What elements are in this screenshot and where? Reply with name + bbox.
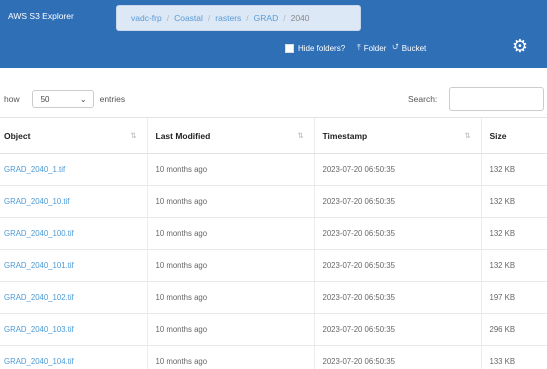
bucket-icon: ⮍	[392, 42, 399, 51]
size-cell: 132 KB	[480, 185, 547, 218]
size-cell: 133 KB	[480, 345, 547, 369]
object-cell: GRAD_2040_1.tif	[0, 153, 147, 186]
breadcrumb-item-coastal[interactable]: Coastal	[174, 13, 203, 23]
table-row: GRAD_2040_103.tif 10 months ago 2023-07-…	[0, 313, 547, 346]
modified-cell: 10 months ago	[146, 281, 314, 314]
objects-table: Object ⇅ Last Modified ⇅ Timestamp ⇅ Siz…	[0, 117, 547, 369]
column-header-label: Last Modified	[155, 130, 211, 141]
modified-cell: 10 months ago	[146, 249, 314, 282]
size-cell: 296 KB	[480, 313, 547, 346]
breadcrumb: vadc-frp / Coastal / rasters / GRAD / 20…	[116, 5, 361, 31]
table-search: Search:	[408, 87, 545, 111]
breadcrumb-item-rasters[interactable]: rasters	[215, 13, 241, 23]
gear-icon[interactable]: ⚙	[510, 36, 530, 56]
object-link[interactable]: GRAD_2040_10.tif	[4, 197, 69, 206]
add-folder-button[interactable]: ⤒ Folder	[357, 43, 386, 53]
size-cell: 132 KB	[480, 249, 547, 282]
object-link[interactable]: GRAD_2040_104.tif	[4, 357, 74, 366]
object-cell: GRAD_2040_101.tif	[0, 249, 147, 282]
sort-icon: ⇅	[297, 131, 304, 140]
bucket-label: Bucket	[401, 43, 427, 53]
toolbar-controls: Hide folders? ⤒ Folder ⮍ Bucket	[285, 40, 432, 56]
column-header-label: Size	[489, 130, 507, 141]
entries-length-control: how 50 ⌄ entries	[4, 90, 125, 108]
object-cell: GRAD_2040_10.tif	[0, 185, 147, 218]
timestamp-cell: 2023-07-20 06:50:35	[313, 313, 481, 346]
column-header-last-modified[interactable]: Last Modified ⇅	[146, 117, 314, 154]
column-header-label: Timestamp	[322, 130, 368, 141]
timestamp-cell: 2023-07-20 06:50:35	[313, 185, 481, 218]
entries-select-value: 50	[40, 94, 50, 104]
modified-cell: 10 months ago	[146, 185, 314, 218]
table-row: GRAD_2040_10.tif 10 months ago 2023-07-2…	[0, 185, 547, 218]
breadcrumb-separator: /	[246, 13, 249, 23]
table-row: GRAD_2040_102.tif 10 months ago 2023-07-…	[0, 281, 547, 314]
object-cell: GRAD_2040_103.tif	[0, 313, 147, 346]
table-row: GRAD_2040_1.tif 10 months ago 2023-07-20…	[0, 153, 547, 186]
object-cell: GRAD_2040_100.tif	[0, 217, 147, 250]
size-cell: 132 KB	[480, 217, 547, 250]
breadcrumb-separator: /	[283, 13, 286, 23]
chevron-down-icon: ⌄	[79, 94, 87, 104]
column-header-size[interactable]: Size	[480, 117, 547, 154]
modified-cell: 10 months ago	[146, 313, 314, 346]
object-link[interactable]: GRAD_2040_100.tif	[4, 229, 74, 238]
app-title[interactable]: AWS S3 Explorer	[8, 11, 74, 21]
object-link[interactable]: GRAD_2040_102.tif	[4, 293, 74, 302]
breadcrumb-item-bucket[interactable]: vadc-frp	[131, 13, 162, 23]
size-cell: 197 KB	[480, 281, 547, 314]
table-header-row: Object ⇅ Last Modified ⇅ Timestamp ⇅ Siz…	[0, 117, 547, 154]
column-header-object[interactable]: Object ⇅	[0, 117, 147, 154]
table-row: GRAD_2040_100.tif 10 months ago 2023-07-…	[0, 217, 547, 250]
column-header-timestamp[interactable]: Timestamp ⇅	[313, 117, 481, 154]
sort-icon: ⇅	[130, 131, 137, 140]
entries-label: entries	[99, 94, 126, 104]
breadcrumb-item-grad[interactable]: GRAD	[254, 13, 279, 23]
object-link[interactable]: GRAD_2040_103.tif	[4, 325, 74, 334]
hide-folders-checkbox[interactable]	[285, 43, 294, 53]
object-link[interactable]: GRAD_2040_1.tif	[4, 165, 65, 174]
breadcrumb-separator: /	[166, 13, 170, 23]
sort-icon: ⇅	[464, 131, 471, 140]
modified-cell: 10 months ago	[146, 217, 314, 250]
size-cell: 132 KB	[480, 153, 547, 186]
show-label: how	[4, 94, 20, 104]
hide-folders-label[interactable]: Hide folders?	[298, 44, 345, 53]
modified-cell: 10 months ago	[146, 345, 314, 369]
search-input[interactable]	[449, 87, 545, 111]
table-row: GRAD_2040_104.tif 10 months ago 2023-07-…	[0, 345, 547, 369]
upload-icon: ⤒	[357, 43, 361, 52]
entries-select[interactable]: 50 ⌄	[31, 90, 94, 108]
bucket-button[interactable]: ⮍ Bucket	[392, 41, 426, 55]
timestamp-cell: 2023-07-20 06:50:35	[313, 249, 481, 282]
add-folder-label: Folder	[363, 43, 387, 53]
breadcrumb-item-current: 2040	[290, 13, 310, 23]
top-navbar: AWS S3 Explorer vadc-frp / Coastal / ras…	[0, 0, 547, 68]
timestamp-cell: 2023-07-20 06:50:35	[313, 281, 481, 314]
object-cell: GRAD_2040_102.tif	[0, 281, 147, 314]
timestamp-cell: 2023-07-20 06:50:35	[313, 345, 481, 369]
table-row: GRAD_2040_101.tif 10 months ago 2023-07-…	[0, 249, 547, 282]
object-cell: GRAD_2040_104.tif	[0, 345, 147, 369]
search-label: Search:	[408, 94, 438, 104]
object-link[interactable]: GRAD_2040_101.tif	[4, 261, 74, 270]
column-header-label: Object	[4, 130, 31, 141]
breadcrumb-separator: /	[207, 13, 211, 23]
modified-cell: 10 months ago	[146, 153, 314, 186]
timestamp-cell: 2023-07-20 06:50:35	[313, 153, 481, 186]
timestamp-cell: 2023-07-20 06:50:35	[313, 217, 481, 250]
